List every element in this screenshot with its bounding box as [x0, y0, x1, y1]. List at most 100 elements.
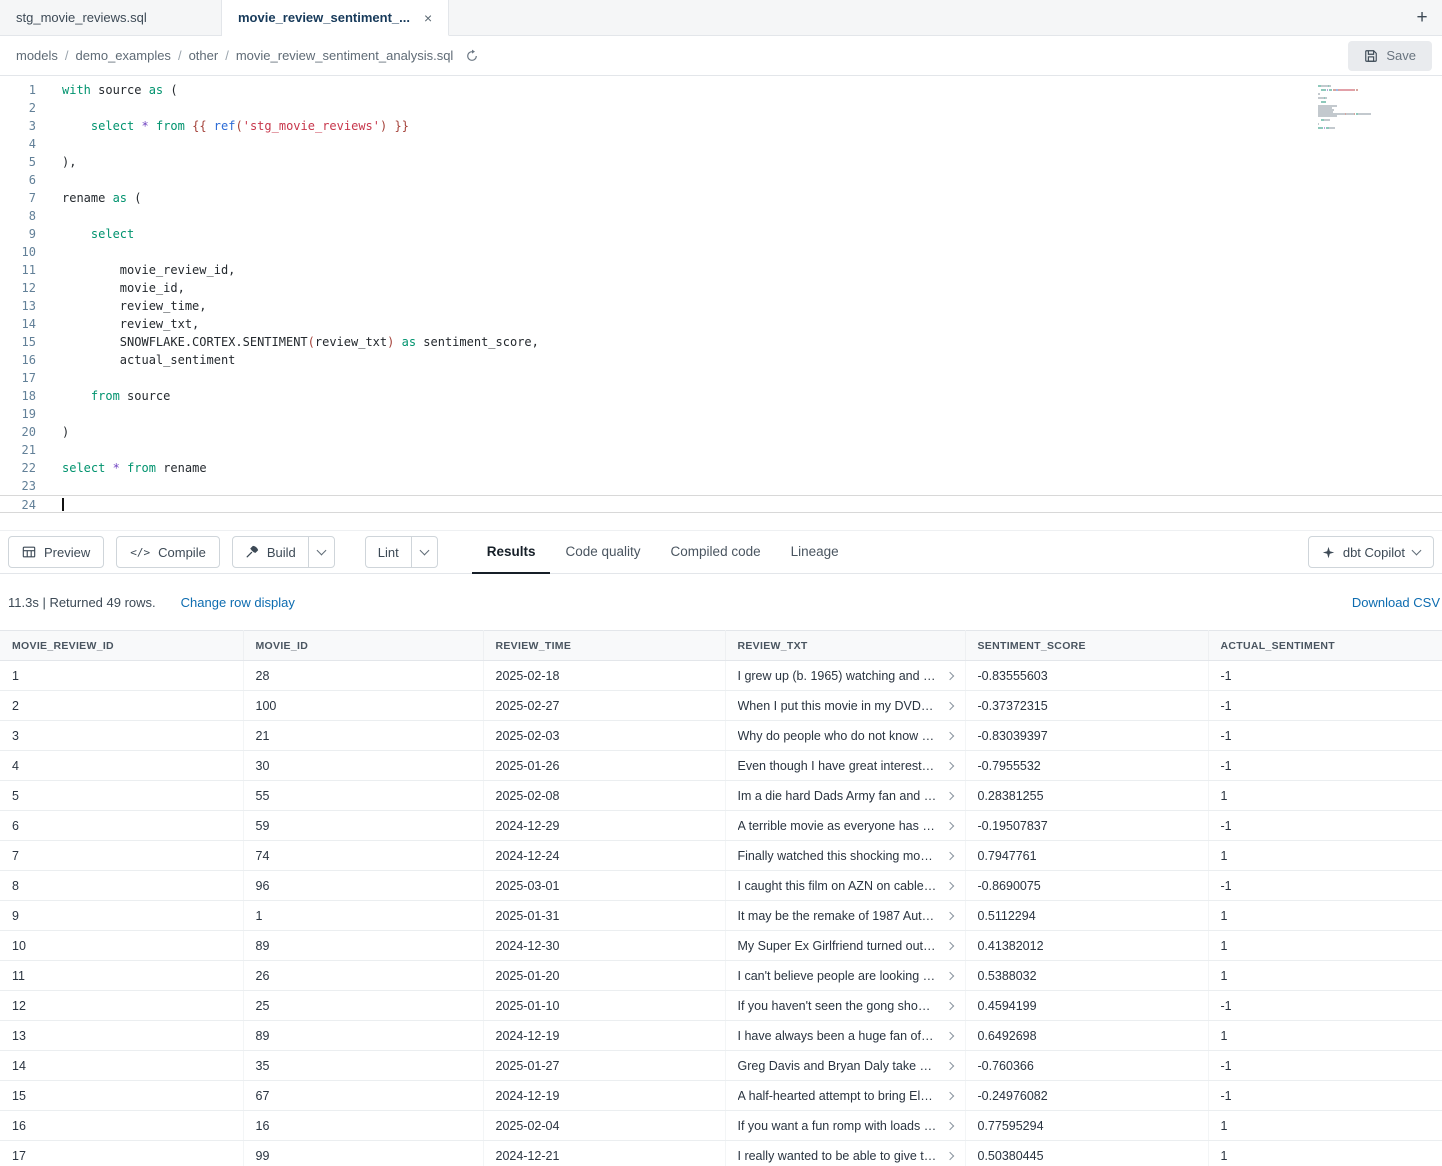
cell-movie-review-id: 11: [0, 961, 243, 991]
code-line[interactable]: 20): [0, 423, 1442, 441]
code-line[interactable]: 18 from source: [0, 387, 1442, 405]
code-line[interactable]: 1with source as (: [0, 81, 1442, 99]
code-token: review_txt,: [62, 317, 199, 331]
cell-movie-id: 21: [243, 721, 483, 751]
expand-review-icon[interactable]: [945, 911, 953, 919]
code-line[interactable]: 16 actual_sentiment: [0, 351, 1442, 369]
expand-review-icon[interactable]: [945, 1121, 953, 1129]
tab-stg-movie-reviews[interactable]: stg_movie_reviews.sql: [0, 0, 222, 35]
col-movie-id[interactable]: MOVIE_ID: [243, 631, 483, 661]
tab-compiled-code-label: Compiled code: [671, 544, 761, 559]
code-line[interactable]: 15 SNOWFLAKE.CORTEX.SENTIMENT(review_txt…: [0, 333, 1442, 351]
minimap-line: [1318, 131, 1396, 133]
line-number: 10: [0, 243, 36, 261]
col-review-txt[interactable]: REVIEW_TXT: [725, 631, 965, 661]
code-line[interactable]: 4: [0, 135, 1442, 153]
close-tab-icon[interactable]: ×: [424, 10, 432, 26]
cell-sentiment-score: -0.7955532: [965, 751, 1208, 781]
expand-review-icon[interactable]: [945, 851, 953, 859]
code-line[interactable]: 24: [0, 495, 1442, 513]
download-csv-link[interactable]: Download CSV: [1352, 595, 1440, 610]
expand-review-icon[interactable]: [945, 881, 953, 889]
cell-review-time: 2025-01-27: [483, 1051, 725, 1081]
col-actual-sentiment[interactable]: ACTUAL_SENTIMENT: [1208, 631, 1442, 661]
lint-button[interactable]: Lint: [366, 537, 411, 567]
review-cell: I caught this film on AZN on cable. It s…: [738, 879, 953, 893]
new-tab-button[interactable]: +: [1402, 0, 1442, 35]
code-token: from: [156, 119, 185, 133]
minimap-seg: [1324, 119, 1330, 121]
code-line[interactable]: 7rename as (: [0, 189, 1442, 207]
code-line[interactable]: 3 select * from {{ ref('stg_movie_review…: [0, 117, 1442, 135]
build-dropdown-button[interactable]: [308, 537, 334, 567]
breadcrumb-other[interactable]: other: [189, 48, 219, 63]
code-text: ),: [36, 153, 76, 171]
tab-movie-review-sentiment[interactable]: movie_review_sentiment_... ×: [222, 0, 449, 36]
breadcrumb-demo-examples[interactable]: demo_examples: [76, 48, 171, 63]
code-line[interactable]: 10: [0, 243, 1442, 261]
breadcrumb-models[interactable]: models: [16, 48, 58, 63]
col-sentiment-score[interactable]: SENTIMENT_SCORE: [965, 631, 1208, 661]
change-row-display-link[interactable]: Change row display: [181, 595, 295, 610]
preview-button[interactable]: Preview: [8, 536, 104, 568]
tab-code-quality[interactable]: Code quality: [550, 530, 655, 574]
expand-review-icon[interactable]: [945, 1061, 953, 1069]
breadcrumb-separator: /: [178, 48, 182, 63]
code-token: }}: [394, 119, 408, 133]
expand-review-icon[interactable]: [945, 761, 953, 769]
cell-review-time: 2024-12-30: [483, 931, 725, 961]
code-line[interactable]: 21: [0, 441, 1442, 459]
lint-dropdown-button[interactable]: [411, 537, 437, 567]
col-review-time[interactable]: REVIEW_TIME: [483, 631, 725, 661]
review-cell: Greg Davis and Bryan Daly take some …: [738, 1059, 953, 1073]
table-row: 14352025-01-27Greg Davis and Bryan Daly …: [0, 1051, 1442, 1081]
expand-review-icon[interactable]: [945, 1151, 953, 1159]
code-line[interactable]: 13 review_time,: [0, 297, 1442, 315]
compile-button[interactable]: </> Compile: [116, 536, 220, 568]
editor-minimap[interactable]: [1318, 85, 1396, 133]
build-button[interactable]: Build: [233, 537, 308, 567]
cell-movie-review-id: 1: [0, 661, 243, 691]
code-line[interactable]: 6: [0, 171, 1442, 189]
minimap-seg: [1318, 93, 1320, 95]
code-line[interactable]: 9 select: [0, 225, 1442, 243]
dbt-copilot-button[interactable]: dbt Copilot: [1308, 536, 1434, 568]
expand-review-icon[interactable]: [945, 941, 953, 949]
line-number: 1: [0, 81, 36, 99]
tab-lineage[interactable]: Lineage: [776, 530, 854, 574]
table-row: 17992024-12-21I really wanted to be able…: [0, 1141, 1442, 1166]
expand-review-icon[interactable]: [945, 731, 953, 739]
code-line[interactable]: 8: [0, 207, 1442, 225]
code-line[interactable]: 5),: [0, 153, 1442, 171]
cell-actual-sentiment: -1: [1208, 751, 1442, 781]
expand-review-icon[interactable]: [945, 1001, 953, 1009]
line-number: 19: [0, 405, 36, 423]
code-line[interactable]: 17: [0, 369, 1442, 387]
tab-results[interactable]: Results: [472, 530, 551, 574]
code-line[interactable]: 14 review_txt,: [0, 315, 1442, 333]
expand-review-icon[interactable]: [945, 821, 953, 829]
expand-review-icon[interactable]: [945, 671, 953, 679]
code-line[interactable]: 12 movie_id,: [0, 279, 1442, 297]
col-movie-review-id[interactable]: MOVIE_REVIEW_ID: [0, 631, 243, 661]
expand-review-icon[interactable]: [945, 1091, 953, 1099]
cell-sentiment-score: 0.6492698: [965, 1021, 1208, 1051]
save-button[interactable]: Save: [1348, 41, 1432, 71]
expand-review-icon[interactable]: [945, 971, 953, 979]
code-line[interactable]: 11 movie_review_id,: [0, 261, 1442, 279]
tab-compiled-code[interactable]: Compiled code: [656, 530, 776, 574]
cell-movie-id: 25: [243, 991, 483, 1021]
cell-actual-sentiment: 1: [1208, 961, 1442, 991]
expand-review-icon[interactable]: [945, 1031, 953, 1039]
table-row: 13892024-12-19I have always been a huge …: [0, 1021, 1442, 1051]
file-refresh-icon[interactable]: [464, 48, 480, 64]
code-editor[interactable]: 1with source as (23 select * from {{ ref…: [0, 76, 1442, 530]
code-line[interactable]: 19: [0, 405, 1442, 423]
expand-review-icon[interactable]: [945, 791, 953, 799]
code-line[interactable]: 22select * from rename: [0, 459, 1442, 477]
review-cell: Why do people who do not know what…: [738, 729, 953, 743]
code-line[interactable]: 2: [0, 99, 1442, 117]
code-line[interactable]: 23: [0, 477, 1442, 495]
cell-sentiment-score: 0.41382012: [965, 931, 1208, 961]
expand-review-icon[interactable]: [945, 701, 953, 709]
